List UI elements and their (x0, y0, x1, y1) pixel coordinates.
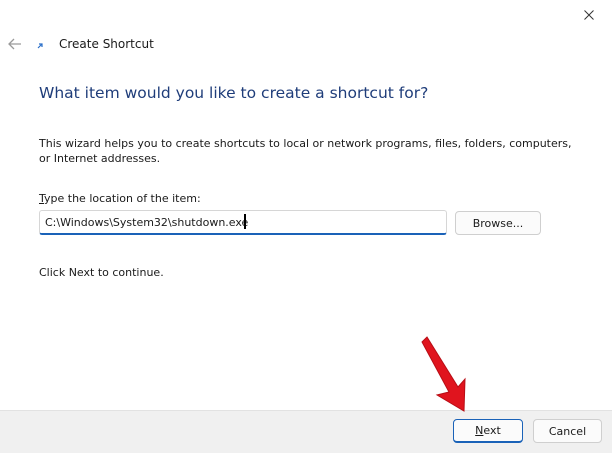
wizard-heading: What item would you like to create a sho… (39, 84, 429, 102)
browse-label-ellipsis: ... (512, 216, 524, 230)
title-row: Create Shortcut (0, 30, 612, 58)
browse-label-main: Browse (472, 216, 513, 230)
back-button[interactable] (6, 36, 24, 52)
browse-button[interactable]: Browse... (455, 211, 541, 235)
text-caret (244, 214, 246, 229)
wizard-description: This wizard helps you to create shortcut… (39, 137, 572, 165)
shortcut-icon (36, 42, 44, 50)
next-label-text: ext (483, 424, 501, 437)
cancel-button[interactable]: Cancel (533, 419, 602, 443)
next-button[interactable]: Next (453, 419, 523, 443)
location-label: Type the location of the item: (39, 192, 201, 205)
create-shortcut-window: Create Shortcut What item would you like… (0, 0, 612, 453)
browse-label: Browse... (473, 217, 524, 230)
next-label: Next (475, 424, 501, 437)
location-input[interactable] (39, 210, 447, 235)
close-icon (584, 10, 594, 20)
back-arrow-icon (8, 38, 21, 50)
continue-hint: Click Next to continue. (39, 266, 164, 279)
close-button[interactable] (566, 0, 612, 30)
annotation-arrow-icon (421, 336, 466, 412)
window-title: Create Shortcut (59, 37, 154, 51)
location-label-text: ype the location of the item: (44, 192, 201, 205)
